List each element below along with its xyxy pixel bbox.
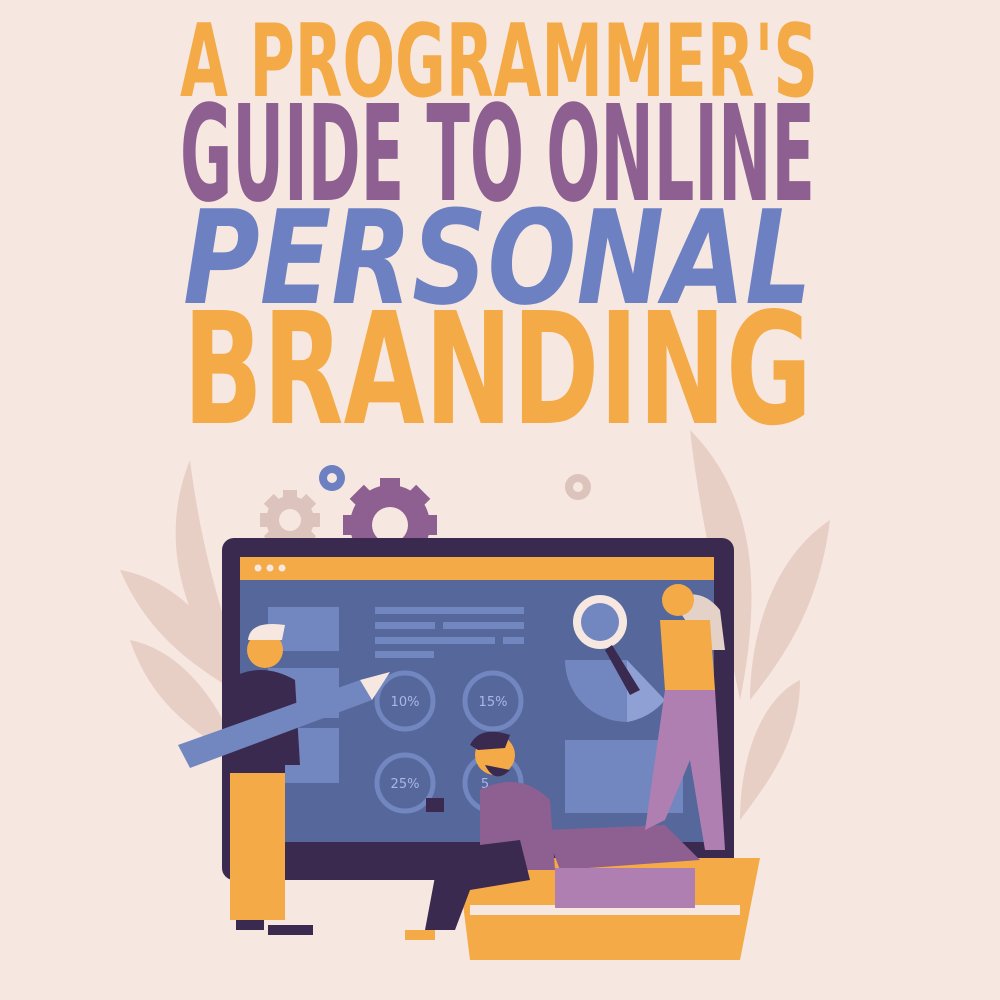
stat-10: 10% — [391, 695, 420, 710]
browser-bar — [240, 557, 714, 580]
window-dot — [266, 564, 274, 572]
gear-icon — [565, 474, 591, 500]
leaf-right-3 — [740, 680, 800, 820]
title-line-4: BRANDING — [183, 279, 812, 460]
window-dot — [278, 564, 286, 572]
leaf-right-2 — [750, 520, 830, 700]
stat-25: 25% — [391, 777, 420, 792]
cover: A PROGRAMMER'S GUIDE TO ONLINE PERSONAL … — [120, 2, 830, 960]
gear-icon — [319, 465, 345, 491]
window-dot — [254, 564, 262, 572]
tablet-icon — [426, 798, 444, 812]
stat-15: 15% — [479, 695, 508, 710]
title: A PROGRAMMER'S GUIDE TO ONLINE PERSONAL … — [180, 2, 818, 460]
